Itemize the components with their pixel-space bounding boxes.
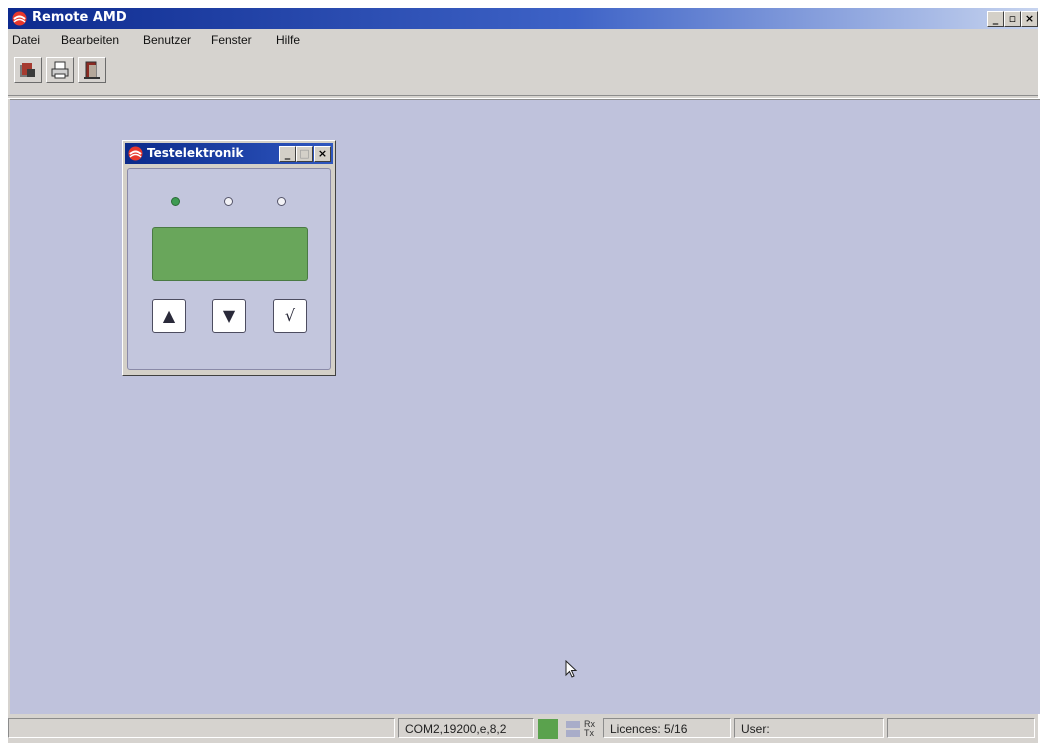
- close-button[interactable]: ×: [1021, 11, 1038, 27]
- status-led-3: [277, 197, 286, 206]
- status-led-2: [224, 197, 233, 206]
- lcd-display: [152, 227, 308, 281]
- exit-icon: [84, 61, 100, 79]
- window-title: Remote AMD: [32, 10, 127, 25]
- connect-button[interactable]: [14, 57, 42, 83]
- child-title-bar[interactable]: Testelektronik _ □ ×: [125, 143, 333, 164]
- status-led-1: [171, 197, 180, 206]
- menu-hilfe[interactable]: Hilfe: [276, 33, 300, 47]
- app-logo-icon: [128, 146, 143, 161]
- menu-benutzer[interactable]: Benutzer: [143, 33, 191, 47]
- status-bar: COM2,19200,e,8,2 Rx Tx Licences: 5/16 Us…: [8, 715, 1038, 742]
- device-panel: ▲ ▼ √: [127, 168, 331, 370]
- up-button[interactable]: ▲: [152, 299, 186, 333]
- menu-datei[interactable]: Datei: [12, 33, 40, 47]
- down-button[interactable]: ▼: [212, 299, 246, 333]
- main-window: Remote AMD _ ▫ × Datei Bearbeiten Benutz…: [8, 8, 1040, 743]
- confirm-button[interactable]: √: [273, 299, 307, 333]
- restore-button[interactable]: ▫: [1004, 11, 1021, 27]
- app-logo-icon: [12, 11, 27, 26]
- print-icon: [51, 61, 69, 79]
- menu-fenster[interactable]: Fenster: [211, 33, 252, 47]
- minimize-button[interactable]: _: [987, 11, 1004, 27]
- mdi-workspace[interactable]: Testelektronik _ □ × ▲ ▼ √: [10, 99, 1040, 714]
- print-button[interactable]: [46, 57, 74, 83]
- child-maximize-button[interactable]: □: [296, 146, 313, 162]
- child-close-button[interactable]: ×: [314, 146, 331, 162]
- status-pane-extra: [887, 718, 1035, 738]
- connect-icon: [20, 63, 35, 77]
- menu-bar: Datei Bearbeiten Benutzer Fenster Hilfe: [8, 31, 1038, 49]
- user-status: User:: [734, 718, 884, 738]
- child-minimize-button[interactable]: _: [279, 146, 296, 162]
- exit-button[interactable]: [78, 57, 106, 83]
- child-window-testelektronik[interactable]: Testelektronik _ □ × ▲ ▼ √: [122, 140, 336, 376]
- child-window-title: Testelektronik: [147, 146, 244, 160]
- title-bar[interactable]: Remote AMD _ ▫ ×: [8, 8, 1038, 29]
- menu-bearbeiten[interactable]: Bearbeiten: [61, 33, 119, 47]
- status-pane-empty: [8, 718, 395, 738]
- connection-status: COM2,19200,e,8,2: [398, 718, 534, 738]
- tx-label: Tx: [584, 728, 594, 738]
- rxtx-icon: [566, 721, 580, 737]
- licences-status: Licences: 5/16: [603, 718, 731, 738]
- activity-indicator: [538, 719, 558, 739]
- toolbar: [8, 51, 1038, 99]
- mouse-cursor-icon: [565, 660, 578, 678]
